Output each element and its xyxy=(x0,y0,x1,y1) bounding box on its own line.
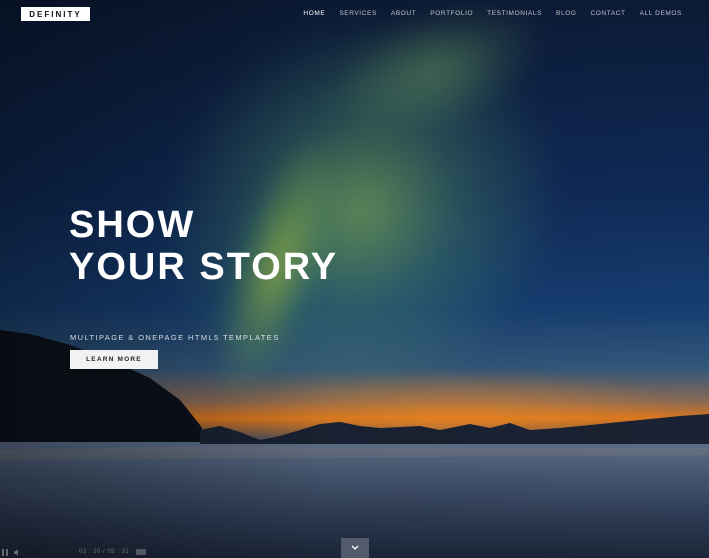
hero-subtitle: MULTIPAGE & ONEPAGE HTML5 TEMPLATES xyxy=(70,333,280,342)
nav-item-all-demos[interactable]: ALL DEMOS xyxy=(640,10,682,17)
nav-item-portfolio[interactable]: PORTFOLIO xyxy=(430,10,473,17)
pause-icon[interactable] xyxy=(2,549,8,556)
chevron-down-icon xyxy=(351,545,359,550)
nav-item-services[interactable]: SERVICES xyxy=(339,10,377,17)
nav-item-about[interactable]: ABOUT xyxy=(391,10,416,17)
nav-item-testimonials[interactable]: TESTIMONIALS xyxy=(487,10,542,17)
nav-item-contact[interactable]: CONTACT xyxy=(590,10,625,17)
hero-title-line1: SHOW xyxy=(69,204,196,246)
hero-title-line2: YOUR STORY xyxy=(69,246,339,288)
volume-icon[interactable] xyxy=(14,549,22,556)
logo[interactable]: DEFINITY xyxy=(21,7,90,21)
nav-item-blog[interactable]: BLOG xyxy=(556,10,576,17)
youtube-icon[interactable] xyxy=(136,549,146,555)
hero-title: SHOW YOUR STORY xyxy=(69,204,338,288)
video-time: 03 : 20 / 05 : 32 xyxy=(79,549,130,555)
nav-item-home[interactable]: HOME xyxy=(303,10,325,17)
video-controls xyxy=(2,549,22,556)
learn-more-button[interactable]: LEARN MORE xyxy=(70,350,158,369)
main-nav: HOME SERVICES ABOUT PORTFOLIO TESTIMONIA… xyxy=(303,10,682,17)
scroll-down-button[interactable] xyxy=(341,538,369,558)
